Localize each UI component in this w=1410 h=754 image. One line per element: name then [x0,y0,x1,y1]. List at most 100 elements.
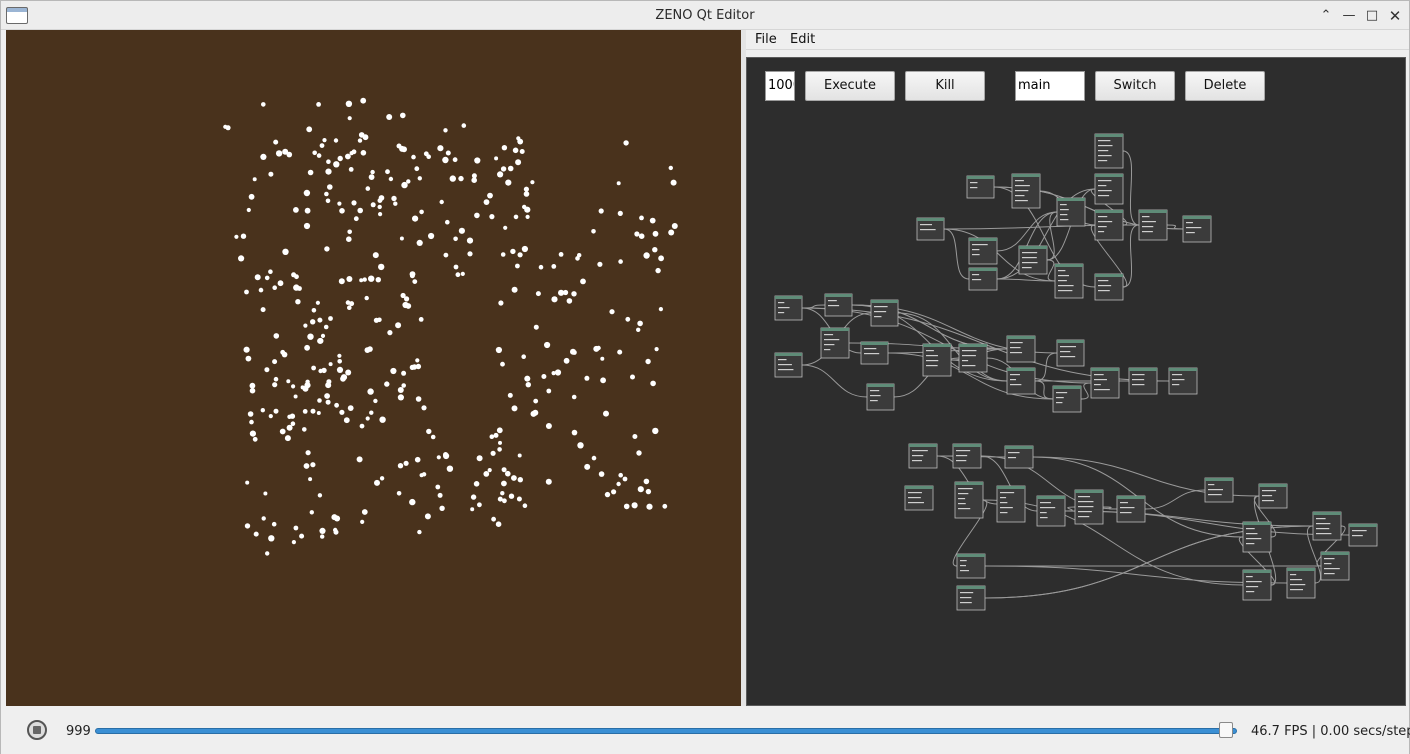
graph-node[interactable] [1011,173,1041,209]
particle [535,291,541,297]
graph-node[interactable] [1074,489,1104,525]
graph-node[interactable] [1056,197,1086,227]
graph-node[interactable] [870,299,899,327]
graph-node[interactable] [952,443,982,469]
graph-node[interactable] [1258,483,1288,509]
graph-node[interactable] [958,343,988,373]
current-frame: 999 [66,724,91,739]
node-graph-canvas[interactable] [747,58,1406,706]
graph-node[interactable] [954,481,984,519]
maximize-icon[interactable]: □ [1362,6,1382,26]
particle [436,455,441,460]
execute-button[interactable]: Execute [805,71,895,101]
particle [240,233,247,239]
graph-node[interactable] [1242,521,1272,553]
record-icon[interactable] [27,720,47,740]
menu-edit[interactable]: Edit [790,32,815,47]
particle [337,201,342,206]
graph-node[interactable] [860,341,889,365]
graph-node[interactable] [1348,523,1378,547]
graph-name-input[interactable]: main [1015,71,1085,101]
particle [248,193,255,200]
graph-node[interactable] [1094,133,1124,169]
graph-node[interactable] [1090,367,1120,399]
particle [319,527,326,534]
graph-node[interactable] [866,383,895,411]
particle [643,478,650,485]
particle [260,153,267,160]
graph-node[interactable] [1312,511,1342,541]
delete-button[interactable]: Delete [1185,71,1265,101]
graph-node[interactable] [824,293,853,317]
particle [652,427,659,435]
graph-node[interactable] [1116,495,1146,523]
graph-node[interactable] [1320,551,1350,581]
minimize-icon[interactable]: — [1339,6,1359,26]
graph-node[interactable] [1094,209,1124,241]
frame-slider-handle[interactable] [1218,722,1233,738]
graph-node[interactable] [956,553,986,579]
title-bar[interactable]: ZENO Qt Editor ⌃ — □ ✕ [1,1,1409,30]
particle [325,168,332,175]
graph-node[interactable] [922,343,952,377]
graph-node[interactable] [1052,385,1082,413]
graph-node[interactable] [1204,477,1234,503]
chevron-up-icon[interactable]: ⌃ [1316,6,1336,26]
particle [554,369,562,376]
graph-node[interactable] [1056,339,1085,367]
particle-viewport[interactable] [6,30,741,706]
graph-node[interactable] [1006,367,1036,395]
graph-node[interactable] [1018,245,1048,275]
graph-node[interactable] [1036,495,1066,527]
graph-node[interactable] [1006,335,1036,363]
particle [625,316,631,322]
graph-node[interactable] [1138,209,1168,241]
graph-node[interactable] [966,175,995,199]
graph-node[interactable] [1094,173,1124,205]
particle [367,388,374,395]
node-editor[interactable]: 1000 Execute Kill main Switch Delete [746,57,1406,706]
particle [333,529,339,535]
graph-node[interactable] [916,217,945,241]
particle-canvas[interactable] [6,30,741,706]
menu-file[interactable]: File [755,32,777,47]
graph-node[interactable] [956,585,986,611]
graph-node[interactable] [1242,569,1272,601]
particle [272,382,278,388]
kill-button[interactable]: Kill [905,71,985,101]
particle [545,478,552,485]
graph-node[interactable] [1182,215,1212,243]
particle [345,153,351,160]
graph-node[interactable] [968,267,998,291]
graph-node[interactable] [1054,263,1084,299]
graph-node[interactable] [968,237,998,265]
particle [405,303,412,309]
graph-node[interactable] [904,485,934,511]
particle [377,204,382,210]
graph-node[interactable] [774,352,803,378]
particle [315,300,320,305]
graph-node[interactable] [1286,567,1316,599]
graph-node[interactable] [1128,367,1158,395]
node-link [1122,224,1140,288]
particle [458,175,464,182]
graph-node[interactable] [996,485,1026,523]
graph-node[interactable] [774,295,803,321]
graph-node[interactable] [1094,273,1124,301]
particle [378,263,385,271]
switch-button[interactable]: Switch [1095,71,1175,101]
graph-node[interactable] [820,327,850,359]
graph-node[interactable] [1004,445,1034,469]
close-icon[interactable]: ✕ [1385,6,1405,26]
particle [378,212,383,217]
particle [544,341,551,349]
particle [268,269,273,274]
particle [498,300,504,306]
frame-slider[interactable] [95,728,1237,734]
particle [295,299,301,305]
particle [411,154,416,160]
particle [399,236,404,241]
graph-node[interactable] [908,443,938,469]
frames-input[interactable]: 1000 [765,71,795,101]
graph-node[interactable] [1168,367,1198,395]
